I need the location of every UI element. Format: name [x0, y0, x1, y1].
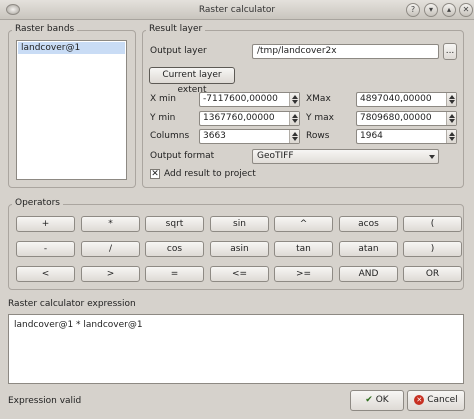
- close-button[interactable]: ✕: [459, 3, 473, 17]
- ymin-stepper[interactable]: [289, 112, 299, 125]
- operator-button[interactable]: >=: [274, 266, 333, 282]
- operator-button[interactable]: >: [81, 266, 140, 282]
- columns-stepper[interactable]: [289, 130, 299, 143]
- ymax-value: 7809680,00000: [360, 113, 432, 123]
- ymin-value: 1367760,00000: [203, 113, 275, 123]
- operator-button[interactable]: cos: [145, 241, 204, 257]
- operator-button[interactable]: +: [16, 216, 75, 232]
- operator-button[interactable]: /: [81, 241, 140, 257]
- operator-button[interactable]: <: [16, 266, 75, 282]
- columns-label: Columns: [150, 131, 190, 141]
- current-layer-extent-button[interactable]: Current layer extent: [149, 67, 235, 95]
- ymin-label: Y min: [150, 113, 176, 123]
- operator-button[interactable]: =: [145, 266, 204, 282]
- output-layer-label: Output layer: [150, 46, 207, 56]
- browse-button[interactable]: ...: [443, 43, 457, 60]
- operator-button[interactable]: -: [16, 241, 75, 257]
- xmin-stepper[interactable]: [289, 93, 299, 106]
- list-item[interactable]: landcover@1: [18, 42, 125, 54]
- help-button[interactable]: ?: [406, 3, 420, 17]
- xmax-spinbox[interactable]: 4897040,00000: [356, 92, 457, 107]
- rows-stepper[interactable]: [446, 130, 456, 143]
- ok-label: OK: [375, 395, 389, 405]
- output-format-value: GeoTIFF: [257, 151, 294, 161]
- ymin-spinbox[interactable]: 1367760,00000: [199, 111, 300, 126]
- output-layer-input[interactable]: /tmp/landcover2x: [252, 44, 439, 59]
- raster-bands-title: Raster bands: [12, 24, 78, 34]
- output-format-select[interactable]: GeoTIFF: [252, 149, 439, 164]
- expression-label: Raster calculator expression: [8, 299, 136, 309]
- add-result-checkbox[interactable]: ✕: [150, 169, 160, 179]
- ymax-label: Y max: [306, 113, 334, 123]
- ymax-spinbox[interactable]: 7809680,00000: [356, 111, 457, 126]
- expression-textarea[interactable]: landcover@1 * landcover@1: [8, 314, 464, 384]
- xmax-stepper[interactable]: [446, 93, 456, 106]
- xmin-value: -7117600,00000: [203, 94, 278, 104]
- operator-button[interactable]: OR: [403, 266, 462, 282]
- output-format-label: Output format: [150, 151, 215, 161]
- operator-button[interactable]: <=: [210, 266, 269, 282]
- rows-spinbox[interactable]: 1964: [356, 129, 457, 144]
- minimize-button[interactable]: ▾: [424, 3, 438, 17]
- raster-bands-list[interactable]: landcover@1: [16, 40, 127, 180]
- columns-spinbox[interactable]: 3663: [199, 129, 300, 144]
- operator-button[interactable]: sin: [210, 216, 269, 232]
- xmin-spinbox[interactable]: -7117600,00000: [199, 92, 300, 107]
- xmax-label: XMax: [306, 94, 331, 104]
- xmax-value: 4897040,00000: [360, 94, 432, 104]
- window-title: Raster calculator: [198, 5, 276, 15]
- cancel-label: Cancel: [427, 395, 458, 405]
- ok-button[interactable]: ✔ OK: [350, 390, 404, 411]
- operator-button[interactable]: asin: [210, 241, 269, 257]
- operator-button[interactable]: atan: [339, 241, 398, 257]
- operator-button[interactable]: ^: [274, 216, 333, 232]
- chevron-down-icon: [427, 151, 437, 163]
- ymax-stepper[interactable]: [446, 112, 456, 125]
- add-result-label: Add result to project: [164, 169, 256, 179]
- operator-button[interactable]: sqrt: [145, 216, 204, 232]
- xmin-label: X min: [150, 94, 176, 104]
- rows-value: 1964: [360, 131, 383, 141]
- result-layer-title: Result layer: [146, 24, 206, 34]
- operator-button[interactable]: ): [403, 241, 462, 257]
- cancel-button[interactable]: ✕ Cancel: [407, 390, 465, 411]
- cancel-icon: ✕: [414, 395, 425, 405]
- columns-value: 3663: [203, 131, 226, 141]
- maximize-button[interactable]: ▴: [442, 3, 456, 17]
- status-text: Expression valid: [8, 396, 82, 406]
- operator-button[interactable]: *: [81, 216, 140, 232]
- check-icon: ✔: [365, 395, 373, 405]
- operator-button[interactable]: acos: [339, 216, 398, 232]
- rows-label: Rows: [306, 131, 330, 141]
- operator-button[interactable]: tan: [274, 241, 333, 257]
- operator-button[interactable]: AND: [339, 266, 398, 282]
- operator-button[interactable]: (: [403, 216, 462, 232]
- operators-title: Operators: [12, 198, 63, 208]
